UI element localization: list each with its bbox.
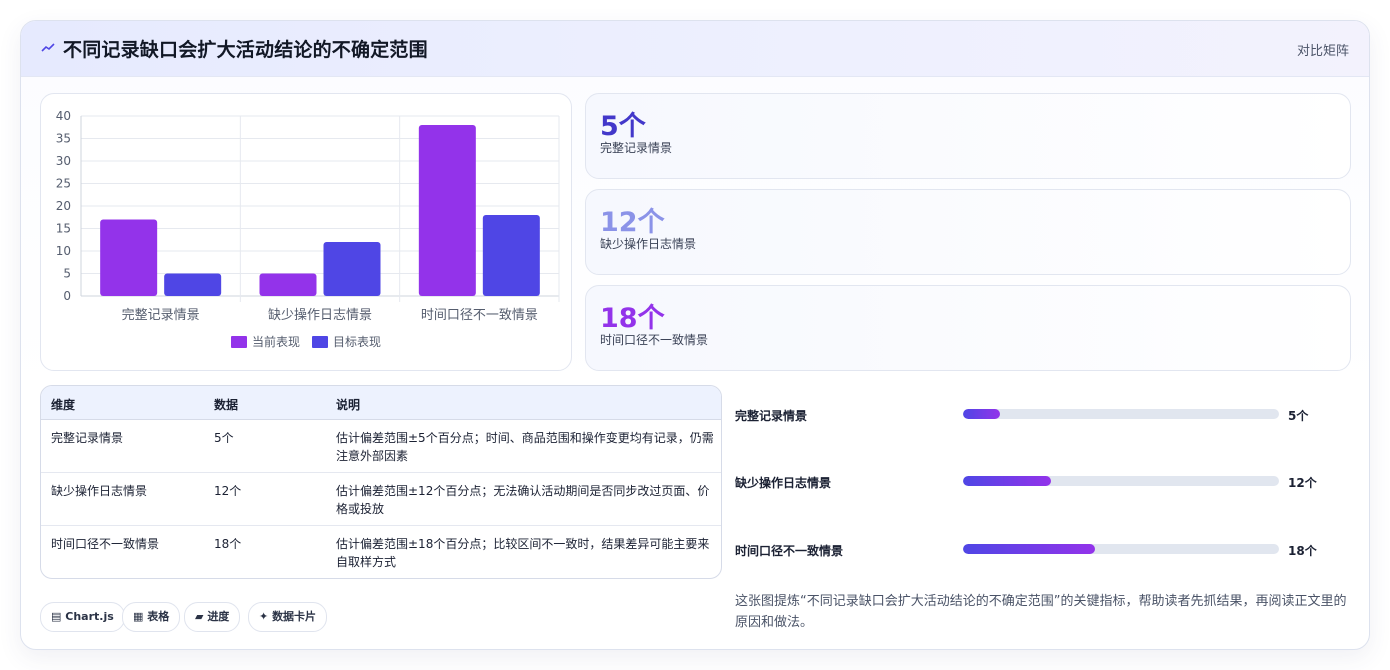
stat-label: 时间口径不一致情景 [600, 333, 709, 347]
cell-description: 估计偏差范围±18个百分点；比较区间不一致时，结果差异可能主要来自取样方式 [336, 537, 710, 569]
page-title: 不同记录缺口会扩大活动结论的不确定范围 [63, 39, 428, 61]
cell-dimension: 时间口径不一致情景 [51, 537, 160, 551]
y-tick-label: 20 [56, 199, 71, 213]
cell-data: 18个 [214, 537, 242, 551]
progress-label: 时间口径不一致情景 [735, 544, 844, 558]
summary-note: 这张图提炼“不同记录缺口会扩大活动结论的不确定范围”的关键指标，帮助读者先抓结果… [735, 594, 1347, 630]
header-dimension: 维度 [51, 398, 76, 412]
x-tick-label: 完整记录情景 [122, 308, 200, 323]
table-row: 缺少操作日志情景 12个 估计偏差范围±12个百分点；无法确认活动期间是否同步改… [41, 472, 721, 526]
table-header: 维度 数据 说明 [41, 386, 721, 420]
progress-icon: ▰ [195, 610, 204, 623]
legend-swatch [312, 336, 328, 348]
progress-track [963, 544, 1279, 554]
main-card: 不同记录缺口会扩大活动结论的不确定范围 对比矩阵 0 5 10 15 20 25 30 35 4… [20, 20, 1370, 650]
bar-chart: 0 5 10 15 20 25 30 35 40 完整记录情景 缺少操作日志情景 时间口径不一致情景当… [40, 93, 572, 371]
legend-swatch [231, 336, 247, 348]
y-tick-label: 15 [56, 222, 71, 236]
stat-value: 18个 [600, 303, 665, 334]
card-header: 不同记录缺口会扩大活动结论的不确定范围 对比矩阵 [21, 21, 1369, 77]
chip-chartjs[interactable]: ▤ Chart.js [40, 602, 125, 632]
cell-description: 估计偏差范围±12个百分点；无法确认活动期间是否同步改过页面、价格或投放 [336, 484, 710, 516]
progress-fill [963, 544, 1096, 554]
y-tick-label: 35 [56, 132, 71, 146]
bar-target [164, 273, 222, 296]
progress-row-complete: 完整记录情景 5个 [735, 405, 1335, 425]
cell-dimension: 缺少操作日志情景 [51, 484, 148, 498]
progress-fill [963, 409, 1000, 419]
chip-label: 数据卡片 [272, 610, 317, 623]
cell-data: 12个 [214, 484, 242, 498]
sparkle-icon: ✦ [259, 610, 269, 623]
table-row: 完整记录情景 5个 估计偏差范围±5个百分点；时间、商品范围和操作变更均有记录，… [41, 419, 721, 473]
header-description: 说明 [336, 398, 361, 412]
progress-value: 18个 [1288, 544, 1317, 558]
bar-current [418, 125, 476, 296]
stat-card-time-mismatch: 18个 时间口径不一致情景 [585, 285, 1351, 371]
y-tick-label: 25 [56, 177, 71, 191]
progress-row-missing-log: 缺少操作日志情景 12个 [735, 472, 1335, 492]
matrix-tag[interactable]: 对比矩阵 [1297, 40, 1349, 59]
chip-progress[interactable]: ▰ 进度 [184, 602, 241, 632]
bar-current [100, 219, 158, 296]
cell-data: 5个 [214, 431, 234, 445]
stat-value: 5个 [600, 111, 646, 142]
bar-current [259, 273, 317, 296]
progress-value: 5个 [1288, 409, 1309, 423]
bar-target [482, 215, 540, 296]
stat-label: 缺少操作日志情景 [600, 237, 697, 251]
table-icon: ▦ [133, 610, 144, 623]
legend-label: 目标表现 [333, 335, 381, 349]
bar-chart-svg: 0 5 10 15 20 25 30 35 40 完整记录情景 缺少操作日志情景 时间口径不一致情景当… [56, 109, 560, 349]
y-tick-label: 10 [56, 244, 71, 258]
stat-card-complete: 5个 完整记录情景 [585, 93, 1351, 179]
progress-label: 完整记录情景 [735, 409, 808, 423]
chip-data-card[interactable]: ✦ 数据卡片 [248, 602, 328, 632]
data-table: 维度 数据 说明 完整记录情景 5个 估计偏差范围±5个百分点；时间、商品范围和… [40, 385, 722, 579]
chip-table[interactable]: ▦ 表格 [122, 602, 181, 632]
chart-icon: ▤ [51, 610, 62, 623]
progress-label: 缺少操作日志情景 [735, 476, 832, 490]
y-tick-label: 0 [63, 289, 71, 303]
y-tick-label: 5 [63, 267, 71, 281]
bar-target [323, 242, 381, 296]
y-tick-label: 40 [56, 109, 71, 123]
x-tick-label: 时间口径不一致情景 [421, 308, 538, 323]
progress-track [963, 409, 1279, 419]
x-tick-label: 缺少操作日志情景 [268, 307, 372, 323]
cell-description: 估计偏差范围±5个百分点；时间、商品范围和操作变更均有记录，仍需注意外部因素 [336, 431, 714, 463]
progress-fill [963, 476, 1052, 486]
progress-track [963, 476, 1279, 486]
chip-label: 进度 [207, 610, 230, 623]
stat-value: 12个 [600, 207, 665, 238]
chip-label: 表格 [147, 610, 170, 623]
chip-label: Chart.js [65, 610, 114, 623]
trend-icon [41, 43, 55, 52]
y-tick-label: 30 [56, 154, 71, 168]
progress-row-time-mismatch: 时间口径不一致情景 18个 [735, 540, 1335, 560]
stat-label: 完整记录情景 [600, 141, 673, 155]
stat-card-missing-log: 12个 缺少操作日志情景 [585, 189, 1351, 275]
cell-dimension: 完整记录情景 [51, 431, 124, 445]
progress-value: 12个 [1288, 476, 1317, 490]
table-row: 时间口径不一致情景 18个 估计偏差范围±18个百分点；比较区间不一致时，结果差… [41, 525, 721, 578]
legend-label: 当前表现 [252, 334, 300, 349]
header-data: 数据 [214, 398, 239, 412]
